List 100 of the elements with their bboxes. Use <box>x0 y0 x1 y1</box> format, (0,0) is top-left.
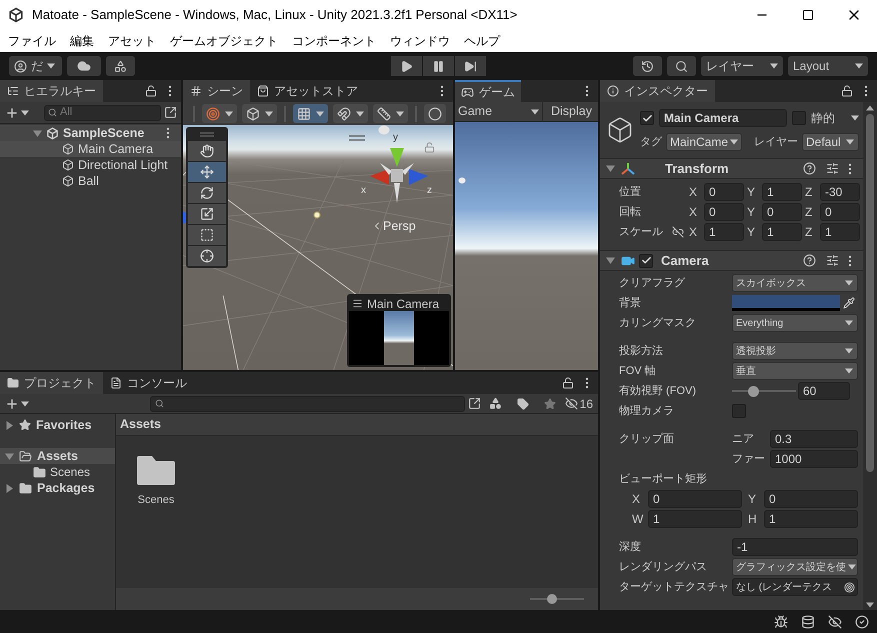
layout-dropdown[interactable]: Layout <box>788 56 868 76</box>
number-field[interactable]: 1000 <box>770 450 858 468</box>
visibility-icon[interactable] <box>828 614 842 628</box>
panel-tab[interactable]: インスペクター <box>600 80 715 102</box>
tool-button[interactable] <box>188 162 226 182</box>
menu-item[interactable]: コンポーネント <box>285 32 383 50</box>
folder-icon[interactable] <box>137 454 175 486</box>
breadcrumb-item[interactable]: Assets <box>120 415 161 434</box>
projection-toggle[interactable]: Persp <box>371 220 416 233</box>
checkbox[interactable] <box>640 111 654 125</box>
component-header[interactable]: Transform <box>600 158 863 179</box>
expander-triangle-icon[interactable] <box>5 420 14 430</box>
number-field[interactable]: 0.3 <box>770 430 858 448</box>
menu-item[interactable]: ファイル <box>1 32 63 50</box>
account-dropdown[interactable]: だ <box>9 56 62 76</box>
project-tree-item[interactable]: Favorites <box>0 417 115 433</box>
debug-icon[interactable] <box>774 614 788 628</box>
project-tree-item[interactable]: Assets <box>0 448 115 464</box>
scrollbar-thumb[interactable] <box>866 114 874 472</box>
object-picker-icon[interactable] <box>844 582 855 592</box>
number-field[interactable]: -30 <box>820 183 860 201</box>
hierarchy-item[interactable]: Ball <box>0 173 181 189</box>
tool-button[interactable] <box>188 225 226 246</box>
number-field[interactable]: 0 <box>648 490 742 508</box>
tool-button[interactable] <box>188 183 226 204</box>
unlink-icon[interactable] <box>672 226 684 238</box>
lock-icon[interactable] <box>841 85 853 97</box>
project-tree-item[interactable]: Packages <box>0 480 115 496</box>
expander-triangle-icon[interactable] <box>33 128 42 138</box>
zoom-slider[interactable] <box>530 594 584 604</box>
hidden-packages-button[interactable]: 16 <box>564 394 593 412</box>
layers-dropdown[interactable]: レイヤー <box>701 56 783 76</box>
checkbox[interactable] <box>732 404 746 418</box>
display-dropdown[interactable]: Display <box>545 102 598 122</box>
scene-toolbar-button[interactable] <box>424 104 446 124</box>
scene-toolbar-button[interactable] <box>373 104 408 124</box>
tool-button[interactable] <box>188 204 226 224</box>
cloud-button[interactable] <box>67 56 101 76</box>
number-field[interactable]: 0 <box>820 203 860 221</box>
help-icon[interactable] <box>803 162 816 175</box>
object-field[interactable]: なし (レンダーテクス <box>732 578 858 596</box>
number-field[interactable]: 0 <box>704 203 744 221</box>
expander-triangle-icon[interactable] <box>606 256 615 265</box>
search-window-icon[interactable] <box>164 106 177 119</box>
dropdown[interactable]: グラフィックス設定を使 <box>732 558 858 576</box>
expander-triangle-icon[interactable] <box>5 484 14 492</box>
orientation-gizmo-drawing[interactable] <box>369 147 429 204</box>
number-field[interactable]: 1 <box>762 183 802 201</box>
step-button[interactable] <box>455 56 486 76</box>
number-field[interactable]: 60 <box>798 382 850 400</box>
project-tree-item[interactable]: Scenes <box>0 464 115 480</box>
menu-item[interactable]: ウィンドウ <box>383 32 457 50</box>
dropdown[interactable]: 透視投影 <box>732 342 858 360</box>
menu-item[interactable]: アセット <box>101 32 163 50</box>
component-header[interactable]: Camera <box>600 250 863 271</box>
add-button[interactable] <box>5 106 29 120</box>
add-button[interactable] <box>5 396 29 410</box>
scene-toolbar-button[interactable] <box>293 104 328 124</box>
help-icon[interactable] <box>803 254 816 267</box>
database-icon[interactable] <box>801 614 815 628</box>
search-button[interactable] <box>667 56 696 76</box>
collaborate-button[interactable] <box>106 56 135 76</box>
number-field[interactable]: 1 <box>764 510 858 528</box>
scene-toolbar-button[interactable] <box>333 104 368 124</box>
panel-tab[interactable]: ゲーム <box>455 80 521 102</box>
scene-toolbar-button[interactable] <box>242 104 277 124</box>
expander-triangle-icon[interactable] <box>5 452 14 460</box>
dropdown[interactable]: 垂直 <box>732 362 858 380</box>
lock-icon[interactable] <box>145 85 157 97</box>
slider[interactable] <box>732 385 796 397</box>
preset-icon[interactable] <box>826 254 839 267</box>
menu-item[interactable]: 編集 <box>63 32 101 50</box>
search-window-icon[interactable] <box>468 397 481 410</box>
dropdown[interactable]: Everything <box>732 314 858 332</box>
search-field[interactable] <box>150 396 465 412</box>
checkbox[interactable] <box>792 111 806 125</box>
eyedropper-icon[interactable] <box>843 297 855 309</box>
scene-toolbar-button[interactable] <box>202 104 237 124</box>
number-field[interactable]: -1 <box>732 538 858 556</box>
menu-item[interactable]: ヘルプ <box>457 32 507 50</box>
dropdown[interactable]: MainCame <box>666 133 742 151</box>
number-field[interactable]: 0 <box>762 203 802 221</box>
number-field[interactable]: 1 <box>648 510 742 528</box>
tool-button[interactable] <box>188 141 226 162</box>
lock-icon[interactable] <box>562 377 574 389</box>
preset-icon[interactable] <box>826 162 839 175</box>
scene-row[interactable]: SampleScene <box>0 125 181 141</box>
panel-tab[interactable]: シーン <box>183 80 250 102</box>
menu-item[interactable]: ゲームオブジェクト <box>163 32 285 50</box>
checkbox[interactable] <box>639 254 653 268</box>
hierarchy-item[interactable]: Main Camera <box>0 141 181 157</box>
number-field[interactable]: 0 <box>764 490 858 508</box>
expander-triangle-icon[interactable] <box>606 164 615 173</box>
number-field[interactable]: 1 <box>762 223 802 241</box>
dropdown[interactable]: Defaul <box>802 133 859 151</box>
history-button[interactable] <box>633 56 662 76</box>
number-field[interactable]: 1 <box>704 223 744 241</box>
number-field[interactable]: 0 <box>704 183 744 201</box>
tool-button[interactable] <box>188 246 226 266</box>
pause-button[interactable] <box>423 56 454 76</box>
